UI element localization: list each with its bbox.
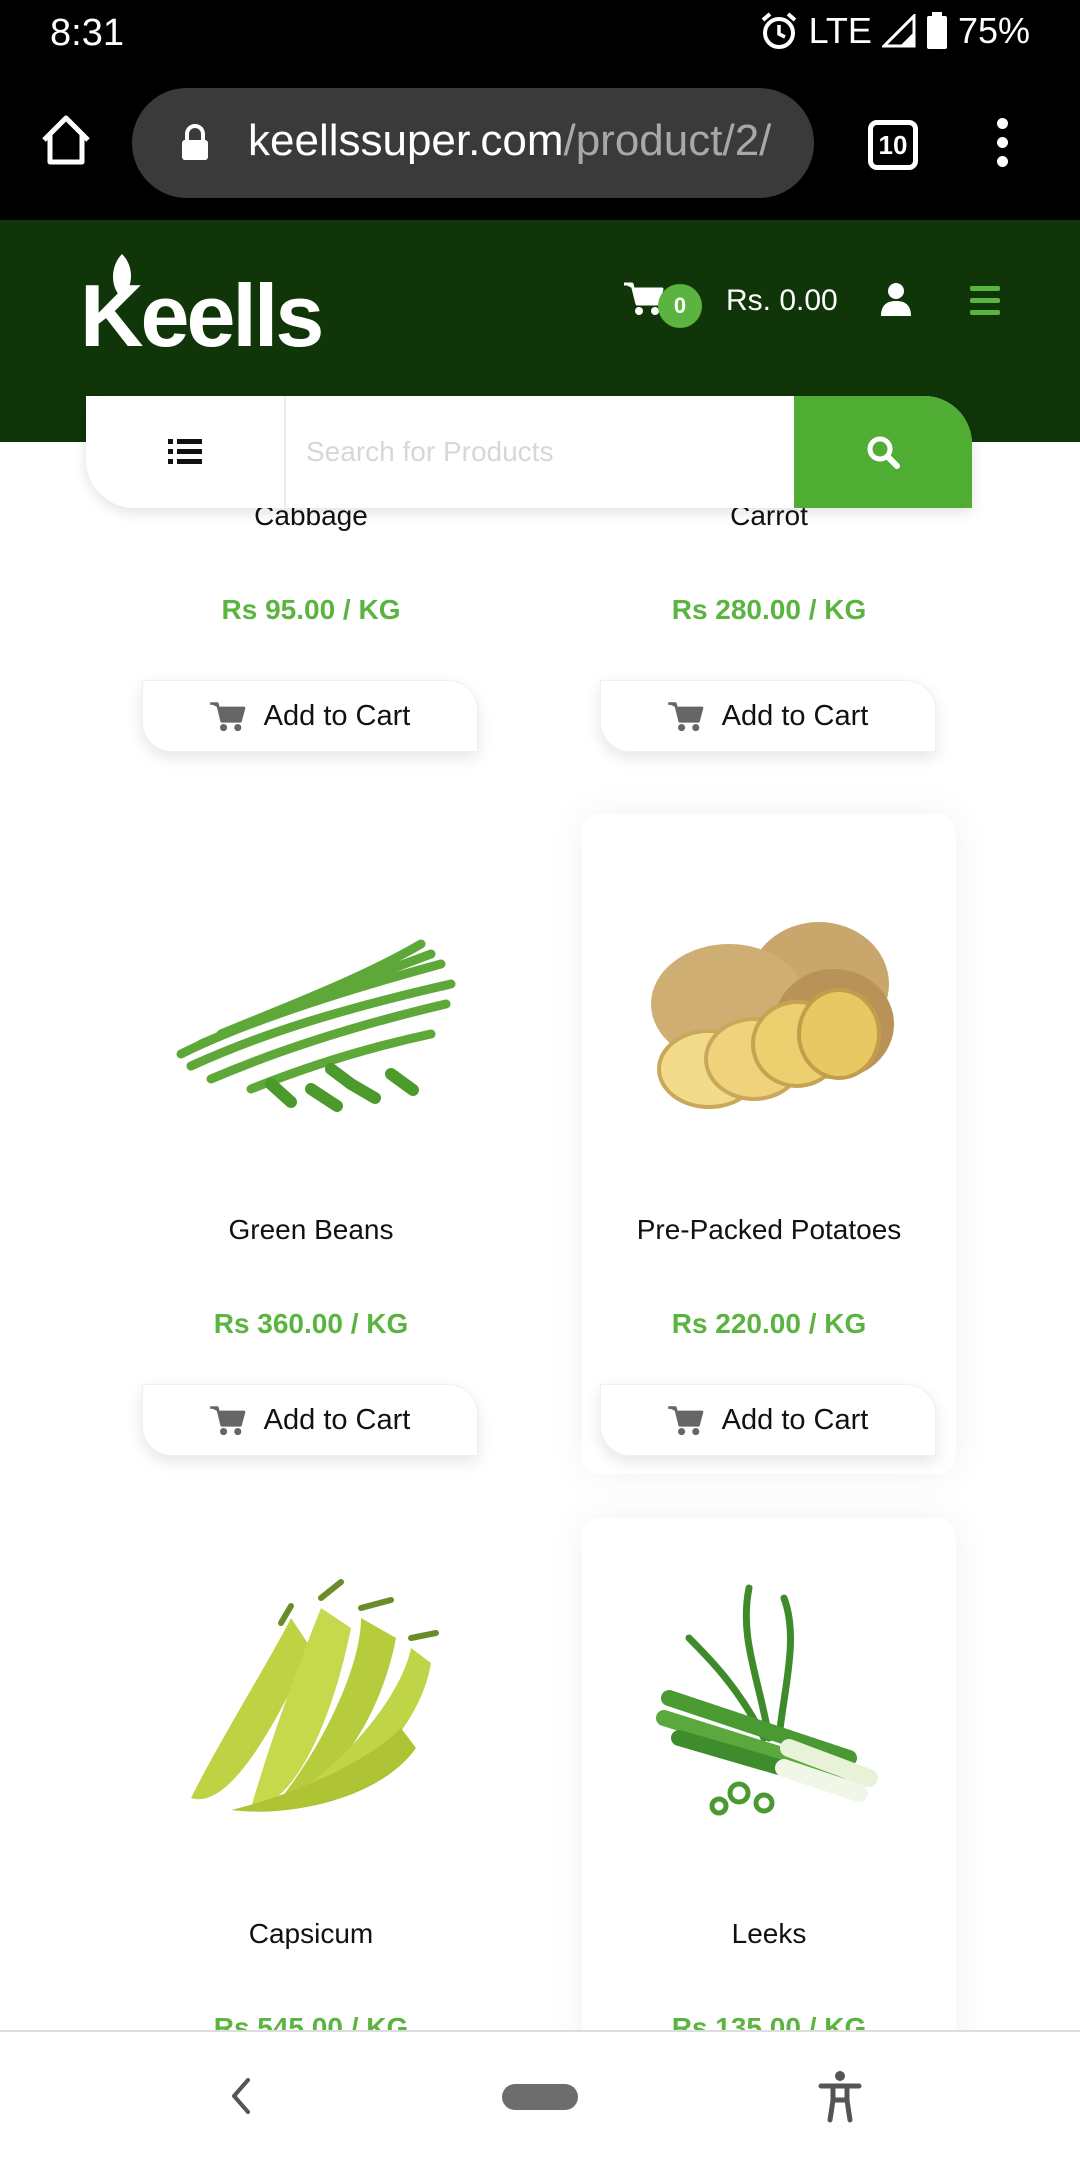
battery-icon [926,12,947,49]
green-beans-image[interactable] [161,884,461,1124]
signal-icon [881,14,916,48]
home-icon [42,115,90,165]
list-icon [168,439,202,464]
product-price: Rs 95.00 / KG [221,594,401,625]
main-menu-button[interactable] [970,286,1000,322]
search-icon [867,436,900,469]
product-price: Rs 280.00 / KG [671,594,867,625]
add-to-cart-label: Add to Cart [721,699,869,732]
home-pill-button[interactable] [502,2084,578,2110]
cart-icon [667,1406,703,1436]
product-name[interactable]: Capsicum [124,1918,498,1950]
add-to-cart-label: Add to Cart [721,1403,869,1436]
add-to-cart-button[interactable]: Add to Cart [600,1384,936,1456]
category-menu-button[interactable] [86,396,286,508]
product-price: Rs 360.00 / KG [213,1308,409,1339]
cart-icon [209,1406,245,1436]
potatoes-image[interactable] [619,884,919,1124]
leeks-image[interactable] [619,1568,919,1828]
product-card: Pre-Packed Potatoes Rs 220.00 / KG Add t… [582,814,956,1474]
add-to-cart-label: Add to Cart [263,1403,411,1436]
menu-dot [996,156,1008,167]
menu-line [970,286,1000,291]
product-card: Green Beans Rs 360.00 / KG Add to Cart [124,814,498,1474]
network-type: LTE [808,10,872,51]
search-button[interactable] [794,396,972,508]
cart-icon [209,702,245,732]
alarm-icon [761,12,796,49]
cart-icon [667,702,703,732]
menu-line [970,298,1000,303]
browser-home-button[interactable] [38,112,94,168]
capsicum-image[interactable] [161,1568,461,1828]
status-time: 8:31 [50,12,124,54]
menu-dot [996,137,1008,148]
product-name[interactable]: Pre-Packed Potatoes [582,1214,956,1246]
status-icons: LTE 75% [759,10,1030,52]
add-to-cart-label: Add to Cart [263,699,411,732]
battery-level: 75% [957,10,1030,51]
product-name[interactable]: Green Beans [124,1214,498,1246]
add-to-cart-button[interactable]: Add to Cart [142,680,478,752]
back-icon[interactable] [226,2074,256,2118]
status-bar: 8:31 LTE 75% [0,0,1080,68]
system-nav-bar [0,2030,1080,2160]
product-name[interactable]: Leeks [582,1918,956,1950]
menu-line [970,310,1000,315]
add-to-cart-button[interactable]: Add to Cart [142,1384,478,1456]
product-price: Rs 220.00 / KG [671,1308,867,1339]
add-to-cart-button[interactable]: Add to Cart [600,680,936,752]
menu-dot [996,118,1008,129]
search-input[interactable] [306,426,646,478]
search-bar [86,396,972,508]
accessibility-icon[interactable] [818,2070,862,2124]
browser-menu-button[interactable] [990,118,1014,174]
